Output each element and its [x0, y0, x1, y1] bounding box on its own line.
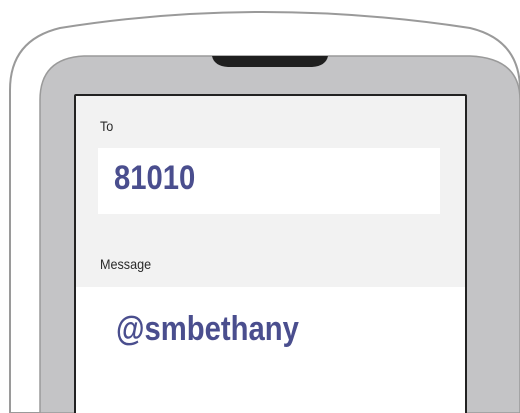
- recipient-field[interactable]: 81010: [98, 148, 440, 214]
- recipient-value: 81010: [114, 159, 196, 197]
- message-field[interactable]: @smbethany: [76, 287, 465, 413]
- to-label: To: [100, 118, 114, 134]
- phone-screen: To 81010 Message @smbethany: [74, 94, 467, 413]
- message-value: @smbethany: [116, 310, 299, 348]
- message-label: Message: [100, 256, 152, 272]
- phone-illustration: To 81010 Message @smbethany: [0, 0, 520, 413]
- earpiece-notch: [212, 56, 328, 67]
